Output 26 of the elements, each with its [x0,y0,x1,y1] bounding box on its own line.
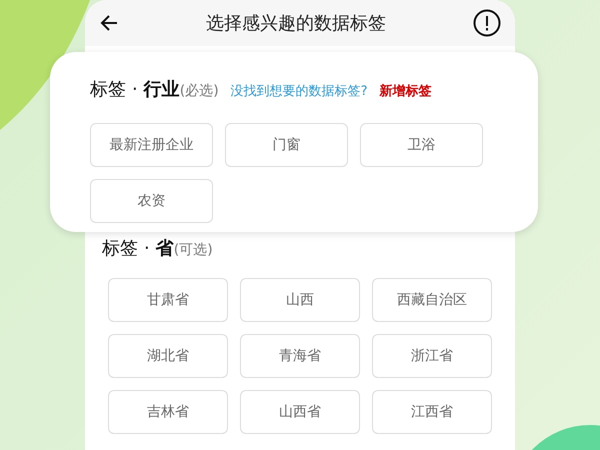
tag-chip[interactable]: 西藏自治区 [372,278,492,322]
tag-chip[interactable]: 吉林省 [108,390,228,434]
info-icon[interactable] [473,9,501,37]
tag-chip[interactable]: 山西 [240,278,360,322]
tag-chip[interactable]: 甘肃省 [108,278,228,322]
tag-chip[interactable]: 门窗 [225,123,348,167]
required-note: (必选) [180,82,219,100]
section-label: 标签 [102,237,138,260]
page-title: 选择感兴趣的数据标签 [205,12,387,35]
add-tag-link[interactable]: 新增标签 [380,82,432,100]
tag-chip[interactable]: 湖北省 [108,334,228,378]
tag-chip[interactable]: 浙江省 [372,334,492,378]
tag-chip[interactable]: 江西省 [372,390,492,434]
section-name: 省 [156,237,174,260]
tag-chip[interactable]: 最新注册企业 [90,123,213,167]
tag-chip[interactable]: 青海省 [240,334,360,378]
tag-chip[interactable]: 农资 [90,179,213,223]
separator-dot: · [132,79,138,100]
separator-dot: · [144,238,150,259]
missing-tag-link[interactable]: 没找到想要的数据标签? [230,82,368,100]
section-name: 行业 [144,78,180,101]
optional-note: (可选) [174,242,213,259]
tag-chip[interactable]: 卫浴 [360,123,483,167]
tag-chip[interactable]: 山西省 [240,390,360,434]
back-arrow-icon[interactable] [99,13,119,33]
section-label: 标签 [90,78,126,101]
